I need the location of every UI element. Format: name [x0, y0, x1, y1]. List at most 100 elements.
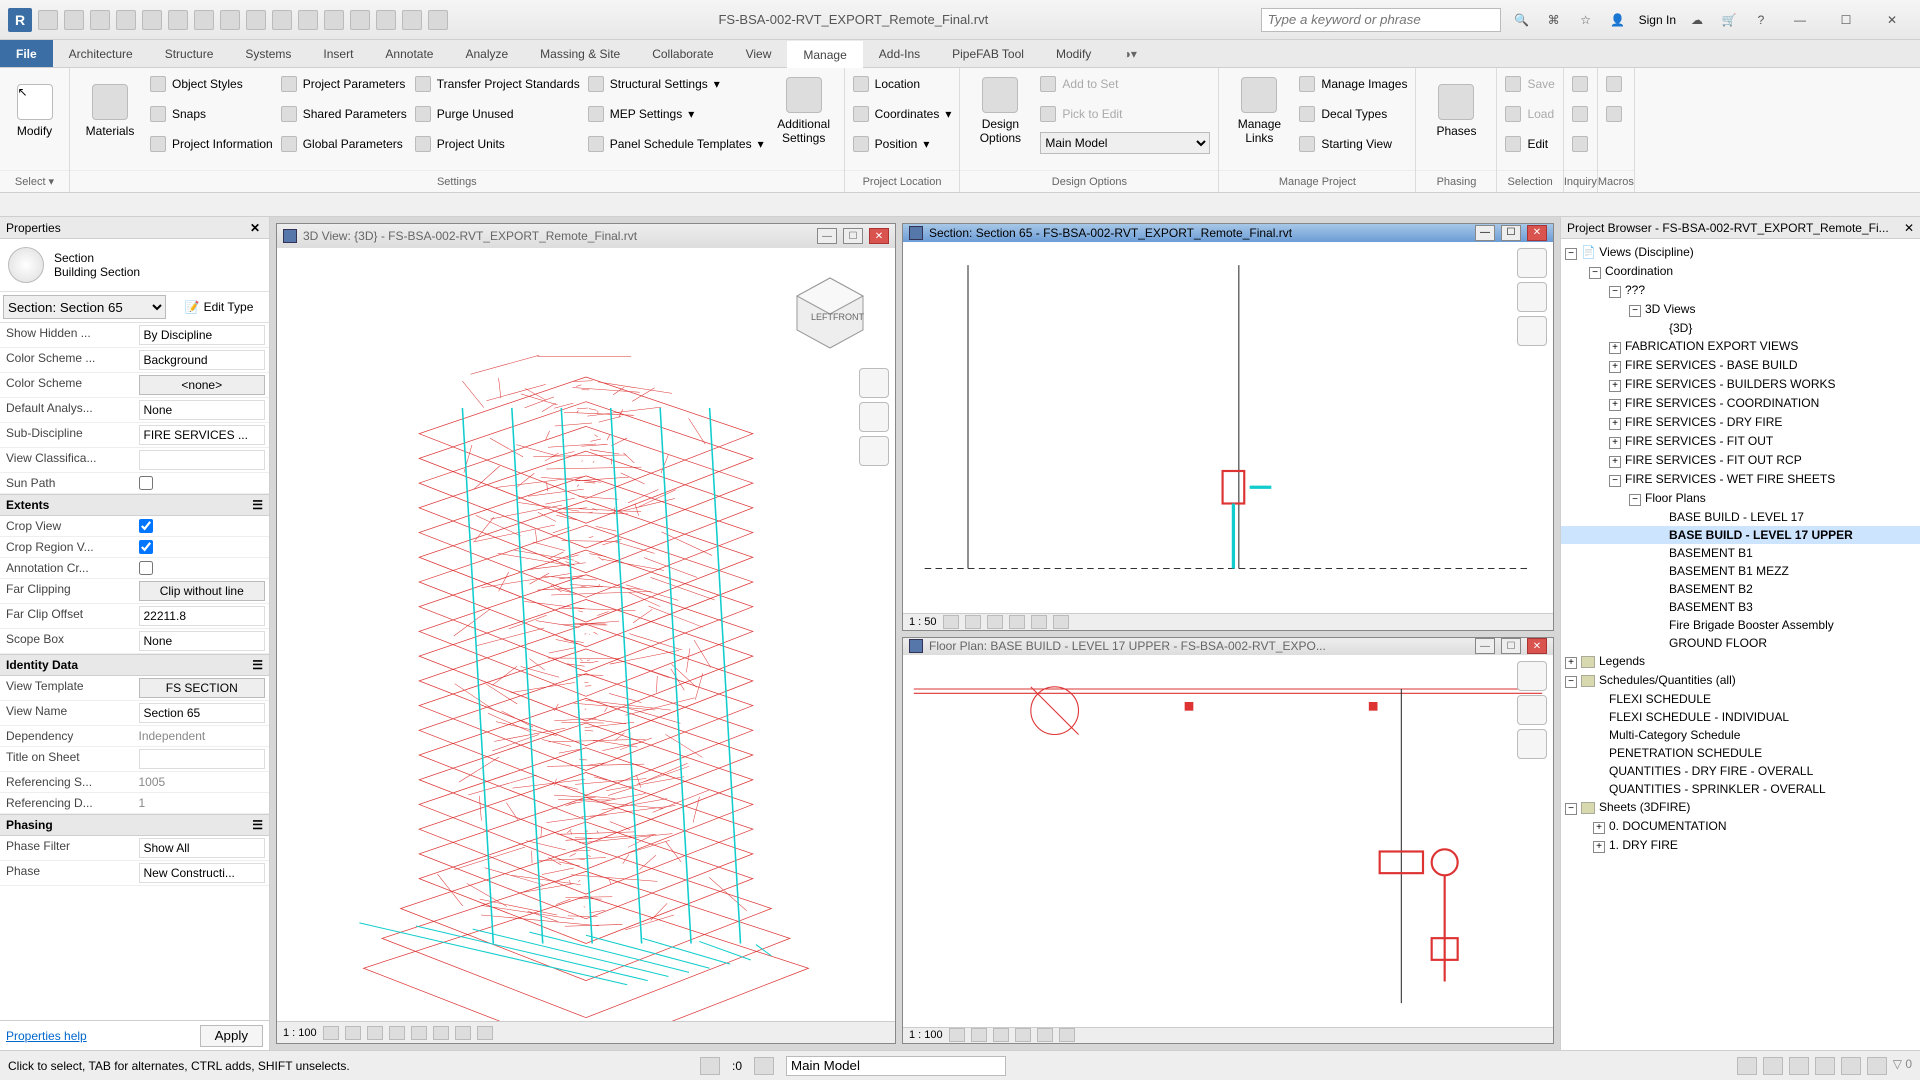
- editreq-icon[interactable]: [754, 1057, 774, 1075]
- tree-node[interactable]: BASEMENT B1: [1561, 544, 1920, 562]
- dim-icon[interactable]: [272, 10, 292, 30]
- nav-home-icon[interactable]: [1517, 248, 1547, 278]
- tree-node[interactable]: +1. DRY FIRE: [1561, 836, 1920, 855]
- prop-value[interactable]: [135, 701, 270, 725]
- tree-node[interactable]: −📄 Views (Discipline): [1561, 243, 1920, 262]
- vb-icon[interactable]: [411, 1026, 427, 1040]
- tree-node[interactable]: −Sheets (3DFIRE): [1561, 798, 1920, 817]
- design-option-select[interactable]: Main Model: [1040, 132, 1210, 154]
- tree-node[interactable]: BASEMENT B2: [1561, 580, 1920, 598]
- tree-node[interactable]: +FABRICATION EXPORT VIEWS: [1561, 337, 1920, 356]
- minimize-button[interactable]: —: [1782, 8, 1818, 32]
- close-button[interactable]: ✕: [1874, 8, 1910, 32]
- tab-annotate[interactable]: Annotate: [369, 40, 449, 67]
- plan-scale[interactable]: 1 : 100: [909, 1029, 943, 1041]
- sellink-icon[interactable]: [1789, 1057, 1809, 1075]
- prop-value[interactable]: [135, 836, 270, 860]
- sync-icon[interactable]: [90, 10, 110, 30]
- open-icon[interactable]: [38, 10, 58, 30]
- modify-button[interactable]: ↖Modify: [8, 72, 61, 150]
- selface-icon[interactable]: [1763, 1057, 1783, 1075]
- help-icon[interactable]: ?: [1750, 9, 1772, 31]
- search-icon[interactable]: 🔍: [1511, 9, 1533, 31]
- viewport-section-title[interactable]: Section: Section 65 - FS-BSA-002-RVT_EXP…: [903, 224, 1553, 242]
- section-icon[interactable]: [350, 10, 370, 30]
- vb-icon[interactable]: [949, 1028, 965, 1042]
- select-by-id-button[interactable]: [1572, 132, 1588, 156]
- tree-node[interactable]: BASE BUILD - LEVEL 17 UPPER: [1561, 526, 1920, 544]
- tree-node[interactable]: BASEMENT B1 MEZZ: [1561, 562, 1920, 580]
- edit-type-button[interactable]: 📝 Edit Type: [169, 292, 269, 322]
- vp-min-icon[interactable]: —: [1475, 225, 1495, 241]
- panel-schedule-button[interactable]: Panel Schedule Templates ▾: [588, 132, 764, 156]
- tree-node[interactable]: QUANTITIES - SPRINKLER - OVERALL: [1561, 780, 1920, 798]
- vb-icon[interactable]: [367, 1026, 383, 1040]
- macro-sec-button[interactable]: [1606, 102, 1622, 126]
- decal-types-button[interactable]: Decal Types: [1299, 102, 1407, 126]
- tab-view[interactable]: View: [730, 40, 788, 67]
- tab-structure[interactable]: Structure: [149, 40, 230, 67]
- tree-node[interactable]: +FIRE SERVICES - COORDINATION: [1561, 394, 1920, 413]
- tree-node[interactable]: +FIRE SERVICES - BASE BUILD: [1561, 356, 1920, 375]
- tree-node[interactable]: −Floor Plans: [1561, 489, 1920, 508]
- switchwin-icon[interactable]: [428, 10, 448, 30]
- properties-help-link[interactable]: Properties help: [6, 1029, 87, 1043]
- tag-icon[interactable]: [298, 10, 318, 30]
- purge-button[interactable]: Purge Unused: [415, 102, 580, 126]
- plan-canvas[interactable]: [903, 655, 1553, 1026]
- prop-value[interactable]: FS SECTION: [135, 676, 270, 700]
- keys-icon[interactable]: ⌘: [1543, 9, 1565, 31]
- transfer-standards-button[interactable]: Transfer Project Standards: [415, 72, 580, 96]
- vp-min-icon[interactable]: —: [1475, 638, 1495, 654]
- browser-tree[interactable]: −📄 Views (Discipline)−Coordination−???−3…: [1561, 239, 1920, 1050]
- nav-zoom-icon[interactable]: [1517, 695, 1547, 725]
- vb-icon[interactable]: [323, 1026, 339, 1040]
- tree-node[interactable]: +FIRE SERVICES - BUILDERS WORKS: [1561, 375, 1920, 394]
- properties-close-icon[interactable]: ✕: [247, 220, 263, 236]
- nav-wheel-icon[interactable]: [859, 368, 889, 398]
- vb-icon[interactable]: [477, 1026, 493, 1040]
- object-styles-button[interactable]: Object Styles: [150, 72, 273, 96]
- vb-icon[interactable]: [433, 1026, 449, 1040]
- visual-icon[interactable]: [965, 615, 981, 629]
- additional-settings-button[interactable]: Additional Settings: [772, 72, 836, 150]
- tree-node[interactable]: +FIRE SERVICES - FIT OUT RCP: [1561, 451, 1920, 470]
- project-params-button[interactable]: Project Parameters: [281, 72, 407, 96]
- structural-settings-button[interactable]: Structural Settings ▾: [588, 72, 764, 96]
- vp-max-icon[interactable]: ☐: [843, 228, 863, 244]
- tab-manage[interactable]: Manage: [787, 41, 862, 68]
- prop-value[interactable]: [135, 558, 270, 578]
- prop-value[interactable]: [135, 629, 270, 653]
- nav-pan-icon[interactable]: [1517, 729, 1547, 759]
- detail-icon[interactable]: [943, 615, 959, 629]
- project-info-button[interactable]: Project Information: [150, 132, 273, 156]
- vb-icon[interactable]: [455, 1026, 471, 1040]
- global-params-button[interactable]: Global Parameters: [281, 132, 407, 156]
- thinlines-icon[interactable]: [376, 10, 396, 30]
- vp-min-icon[interactable]: —: [817, 228, 837, 244]
- prop-group-header[interactable]: Phasing☰: [0, 814, 269, 836]
- text-icon[interactable]: [246, 10, 266, 30]
- nav-zoom-icon[interactable]: [1517, 282, 1547, 312]
- shadow-icon[interactable]: [1009, 615, 1025, 629]
- sign-in-link[interactable]: Sign In: [1639, 13, 1676, 27]
- vb-icon[interactable]: [389, 1026, 405, 1040]
- browser-close-icon[interactable]: ✕: [1904, 221, 1914, 235]
- workset-icon[interactable]: [700, 1057, 720, 1075]
- macro-mgr-button[interactable]: [1606, 72, 1622, 96]
- materials-button[interactable]: Materials: [78, 72, 142, 150]
- tab-insert[interactable]: Insert: [307, 40, 369, 67]
- save-icon[interactable]: [64, 10, 84, 30]
- section-scale[interactable]: 1 : 50: [909, 616, 937, 628]
- prop-value[interactable]: [135, 537, 270, 557]
- tab-massing[interactable]: Massing & Site: [524, 40, 636, 67]
- tree-node[interactable]: QUANTITIES - DRY FIRE - OVERALL: [1561, 762, 1920, 780]
- vp-close-icon[interactable]: ✕: [1527, 225, 1547, 241]
- tree-node[interactable]: BASE BUILD - LEVEL 17: [1561, 508, 1920, 526]
- tree-node[interactable]: GROUND FLOOR: [1561, 634, 1920, 652]
- view-cube[interactable]: LEFTFRONT: [785, 268, 875, 358]
- prop-value[interactable]: <none>: [135, 373, 270, 397]
- seldrag-icon[interactable]: [1841, 1057, 1861, 1075]
- snaps-button[interactable]: Snaps: [150, 102, 273, 126]
- shared-params-button[interactable]: Shared Parameters: [281, 102, 407, 126]
